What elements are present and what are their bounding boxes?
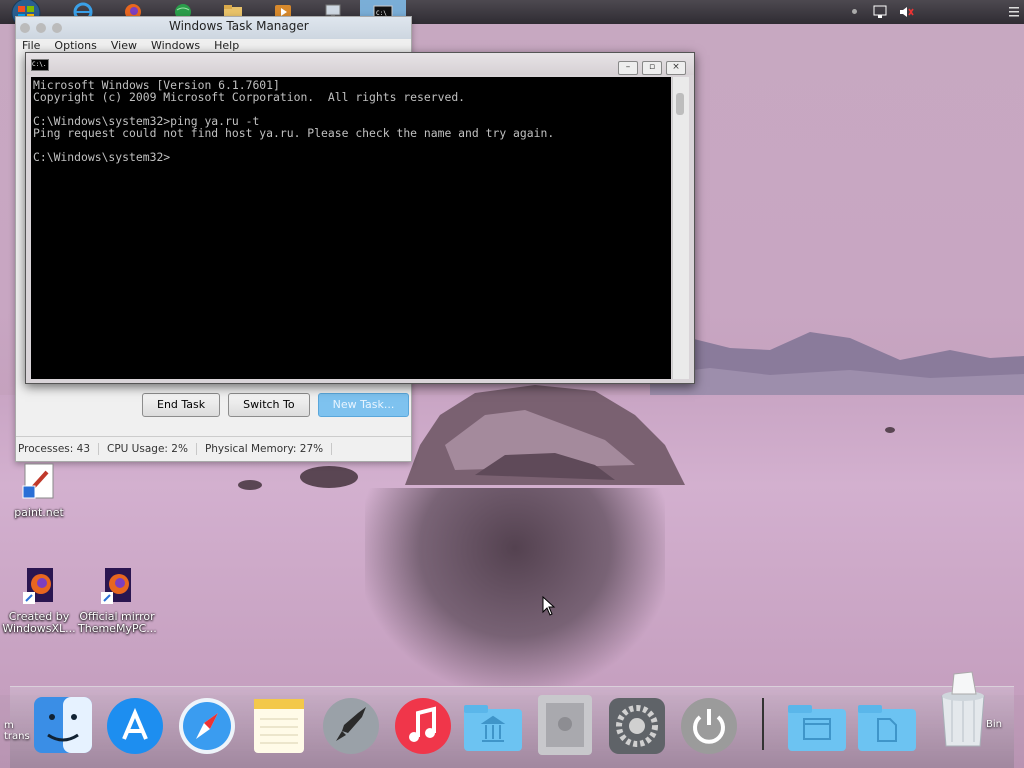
distant-mountains — [650, 332, 1024, 400]
window-folder-icon[interactable] — [786, 693, 848, 755]
desktop-icon-created-by[interactable]: Created by WindowsXL... — [0, 566, 78, 635]
rock-reflection — [365, 488, 665, 688]
cmd-scrollbar[interactable] — [672, 77, 689, 379]
documents-folder-icon[interactable] — [856, 693, 918, 755]
volume-muted-icon[interactable] — [898, 4, 914, 20]
menu-lines-icon[interactable] — [1008, 4, 1020, 20]
minimize-button[interactable]: – — [618, 61, 638, 75]
firefox-shortcut-icon — [23, 568, 53, 604]
desktop-icon-label: paint.net — [14, 506, 64, 519]
library-folder-icon[interactable] — [462, 693, 524, 755]
cmd-output: Microsoft Windows [Version 6.1.7601] Cop… — [33, 79, 554, 163]
safari-icon[interactable] — [176, 693, 238, 755]
desktop-icon-label: Created by WindowsXL... — [2, 610, 76, 635]
task-manager-title: Windows Task Manager — [169, 19, 309, 33]
dock-separator — [762, 698, 764, 750]
window-dot-icon[interactable] — [52, 23, 62, 33]
rock-formation — [405, 385, 685, 485]
trash-icon[interactable] — [932, 666, 994, 748]
notes-icon[interactable] — [248, 693, 310, 755]
end-task-button[interactable]: End Task — [142, 393, 221, 417]
maximize-button[interactable]: ▫ — [642, 61, 662, 75]
processes-count: Processes: 43 — [16, 443, 99, 455]
mouse-cursor-icon — [542, 596, 556, 616]
cmd-line: Ping request could not find host ya.ru. … — [33, 126, 555, 140]
tray-dot-icon — [852, 9, 857, 14]
small-island — [300, 466, 358, 488]
paintnet-icon — [22, 463, 54, 499]
window-dot-icon[interactable] — [36, 23, 46, 33]
mac-pro-icon[interactable] — [534, 693, 596, 755]
dock: m trans Bin — [0, 671, 1024, 768]
firefox-shortcut-icon — [101, 568, 131, 604]
switch-to-button[interactable]: Switch To — [228, 393, 310, 417]
cmd-titlebar[interactable]: C:\. – ▫ × — [26, 53, 694, 75]
small-island — [238, 480, 262, 490]
scrollbar-thumb[interactable] — [676, 93, 684, 115]
small-island — [885, 427, 895, 433]
cmd-console[interactable]: Microsoft Windows [Version 6.1.7601] Cop… — [31, 77, 671, 379]
cpu-usage: CPU Usage: 2% — [105, 443, 197, 455]
physical-memory: Physical Memory: 27% — [203, 443, 333, 455]
desktop-icon-label: Official mirror ThemeMyPC... — [78, 610, 157, 635]
task-manager-buttons: End Task Switch To New Task... — [142, 393, 410, 417]
launchpad-icon[interactable] — [320, 693, 382, 755]
power-icon[interactable] — [678, 693, 740, 755]
trash-label: Bin — [986, 719, 1002, 730]
app-store-icon[interactable] — [104, 693, 166, 755]
finder-icon[interactable] — [32, 693, 94, 755]
itunes-icon[interactable] — [392, 693, 454, 755]
cmd-line: Copyright (c) 2009 Microsoft Corporation… — [33, 90, 466, 104]
cmd-prompt-line: C:\Windows\system32> — [33, 150, 171, 164]
window-dot-icon[interactable] — [20, 23, 30, 33]
task-manager-titlebar[interactable]: Windows Task Manager — [16, 17, 411, 39]
desktop-icon-official-mirror[interactable]: Official mirror ThemeMyPC... — [78, 566, 157, 635]
network-tray-icon[interactable] — [872, 4, 888, 20]
cmd-window-icon: C:\. — [31, 59, 49, 71]
close-button[interactable]: × — [666, 61, 686, 75]
task-manager-statusbar: Processes: 43 CPU Usage: 2% Physical Mem… — [16, 436, 411, 461]
desktop-icon-paintnet[interactable]: paint.net — [0, 462, 78, 519]
new-task-button[interactable]: New Task... — [317, 393, 410, 417]
command-prompt-window: C:\. – ▫ × Microsoft Windows [Version 6.… — [25, 52, 695, 384]
system-preferences-icon[interactable] — [606, 693, 668, 755]
